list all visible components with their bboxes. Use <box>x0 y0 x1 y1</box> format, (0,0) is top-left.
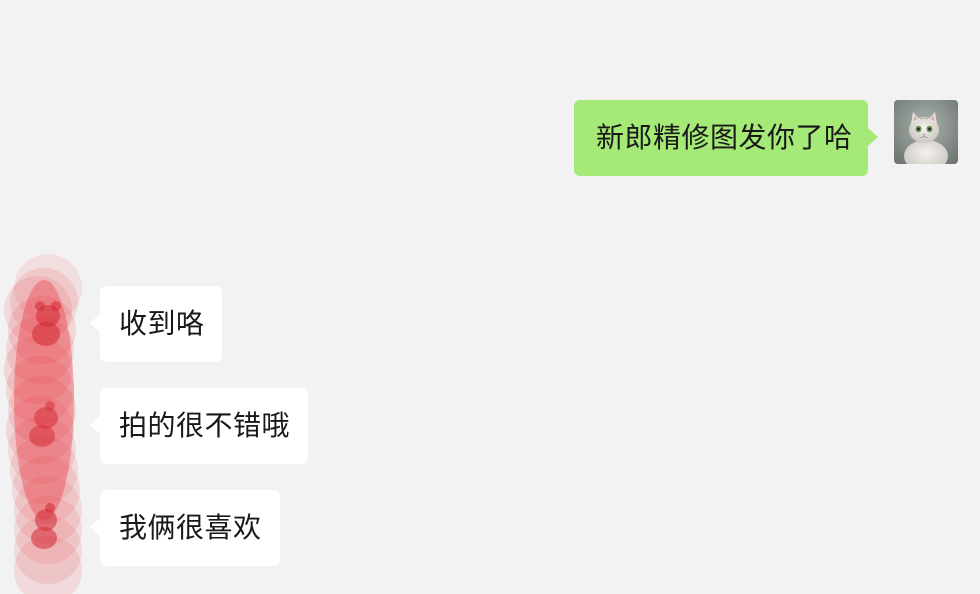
contact-avatar-column <box>0 250 90 594</box>
incoming-message-text: 拍的很不错哦 <box>119 409 291 442</box>
bear-avatar-icon <box>31 503 57 549</box>
outgoing-message-text: 新郎精修图发你了哈 <box>596 121 853 154</box>
incoming-message-text: 我俩很喜欢 <box>119 511 262 544</box>
contact-avatar[interactable] <box>16 388 80 452</box>
incoming-message-bubble[interactable]: 我俩很喜欢 <box>90 490 280 566</box>
incoming-message-bubble[interactable]: 拍的很不错哦 <box>90 388 308 464</box>
contact-avatar[interactable] <box>16 286 80 350</box>
self-avatar[interactable] <box>894 100 958 164</box>
cat-avatar-icon <box>894 100 958 164</box>
bear-avatar-icon <box>29 401 58 447</box>
incoming-message-text: 收到咯 <box>119 307 205 340</box>
bear-avatar-icon <box>32 301 61 346</box>
outgoing-message-bubble[interactable]: 新郎精修图发你了哈 <box>574 100 878 176</box>
contact-avatar[interactable] <box>16 490 80 554</box>
incoming-message-bubble[interactable]: 收到咯 <box>90 286 222 362</box>
